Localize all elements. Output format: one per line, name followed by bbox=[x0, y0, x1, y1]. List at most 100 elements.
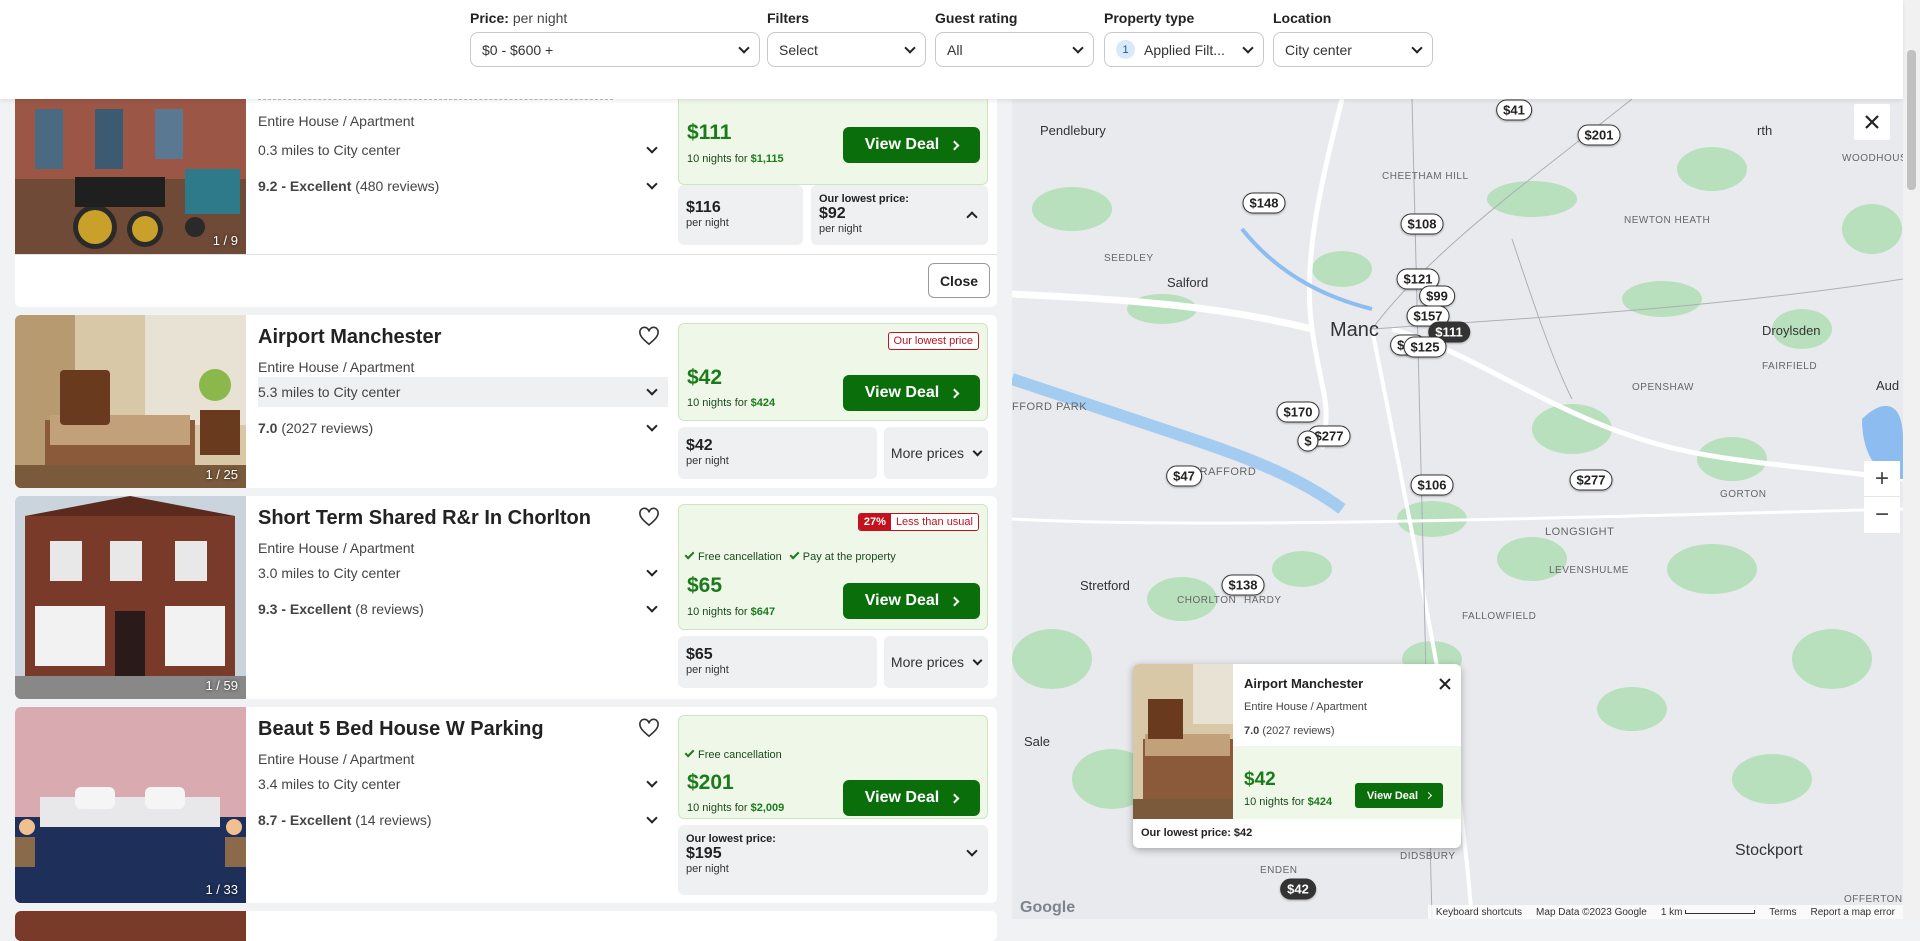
nights-total: 10 nights for $424 bbox=[687, 397, 776, 409]
photo-counter: 1 / 33 bbox=[205, 882, 238, 897]
rating-row[interactable]: 7.0 (2027 reviews) bbox=[258, 413, 668, 443]
listing-photo[interactable]: 1 / 9 bbox=[15, 99, 246, 254]
filters-dropdown[interactable]: Select bbox=[767, 32, 926, 67]
chevron-down-icon bbox=[646, 776, 658, 788]
map-price-pin[interactable]: $125 bbox=[1403, 336, 1447, 358]
chevron-right-icon bbox=[949, 793, 960, 803]
distance-row[interactable]: 3.4 miles to City center bbox=[258, 769, 668, 799]
filters-value: Select bbox=[779, 41, 818, 58]
map-price-pin[interactable]: $106 bbox=[1410, 474, 1454, 496]
price-filter: Price: per night $0 - $600 + bbox=[470, 10, 760, 67]
property-type: Entire House / Apartment bbox=[258, 751, 415, 767]
popup-view-deal-button[interactable]: View Deal bbox=[1355, 783, 1443, 808]
view-deal-button[interactable]: View Deal bbox=[843, 127, 980, 163]
location-dropdown[interactable]: City center bbox=[1273, 32, 1433, 67]
price-filter-label: Price: per night bbox=[470, 10, 568, 26]
listing-card[interactable]: 1 / 25 Airport Manchester Entire House /… bbox=[15, 315, 997, 488]
heart-icon[interactable] bbox=[638, 326, 660, 346]
map-price-pin[interactable]: $108 bbox=[1400, 213, 1444, 235]
results-list: 1 / 9 Entire House / Apartment 0.3 miles… bbox=[0, 99, 1012, 941]
nights-total: 10 nights for $2,009 bbox=[687, 802, 785, 814]
rating-row[interactable]: 9.2 - Excellent (480 reviews) bbox=[258, 171, 668, 201]
map-price-pin[interactable]: $138 bbox=[1221, 574, 1265, 596]
map-hotel-popup[interactable]: Airport Manchester Entire House / Apartm… bbox=[1133, 664, 1461, 848]
rating-row[interactable]: 9.3 - Excellent (8 reviews) bbox=[258, 594, 668, 624]
listing-photo[interactable]: 1 / 25 bbox=[15, 315, 246, 488]
distance-row[interactable]: 3.0 miles to City center bbox=[258, 558, 668, 588]
listing-photo[interactable]: 1 / 59 bbox=[15, 496, 246, 699]
check-icon bbox=[684, 549, 695, 560]
scrollbar-thumb[interactable] bbox=[1907, 50, 1916, 190]
photo-image bbox=[15, 315, 246, 488]
distance-text: 3.0 miles to City center bbox=[258, 565, 401, 581]
alt-price-box[interactable]: $65 per night bbox=[678, 636, 877, 688]
heart-icon[interactable] bbox=[638, 507, 660, 527]
map-price-pin[interactable]: $170 bbox=[1276, 401, 1320, 423]
applied-count-badge: 1 bbox=[1116, 40, 1135, 59]
listing-photo[interactable]: 1 / 33 bbox=[15, 707, 246, 903]
map-label-stockport: Stockport bbox=[1735, 842, 1803, 859]
listing-card[interactable]: 1 / 9 Entire House / Apartment 0.3 miles… bbox=[15, 99, 997, 307]
alt-price: $65 bbox=[686, 646, 713, 663]
alt-price-box[interactable]: $116 per night bbox=[678, 185, 803, 245]
map-price-pin[interactable]: $47 bbox=[1166, 465, 1202, 487]
terms-link[interactable]: Terms bbox=[1769, 907, 1796, 918]
lowest-price-badge: Our lowest price bbox=[887, 332, 979, 350]
map-label-manchester: Manc bbox=[1330, 319, 1379, 341]
price-filter-dropdown[interactable]: $0 - $600 + bbox=[470, 32, 760, 67]
map-price-pin[interactable]: $99 bbox=[1419, 285, 1455, 307]
chevron-down-icon bbox=[1242, 41, 1254, 54]
lowest-price: $92 bbox=[819, 205, 846, 222]
listing-card[interactable]: 1 / 59 Short Term Shared R&r In Chorlton… bbox=[15, 496, 997, 699]
page-scrollbar[interactable] bbox=[1903, 0, 1920, 919]
map-price-pin[interactable]: $201 bbox=[1577, 124, 1621, 146]
map-price-pin[interactable]: $148 bbox=[1242, 192, 1286, 214]
close-map-button[interactable] bbox=[1854, 104, 1890, 140]
listing-card[interactable] bbox=[15, 911, 997, 941]
divider bbox=[15, 254, 997, 255]
keyboard-shortcuts-link[interactable]: Keyboard shortcuts bbox=[1436, 907, 1522, 918]
view-deal-button[interactable]: View Deal bbox=[843, 780, 980, 816]
map-label-gorton: GORTON bbox=[1720, 489, 1767, 500]
close-icon[interactable] bbox=[1439, 678, 1451, 690]
more-prices-button[interactable]: More prices bbox=[884, 427, 988, 479]
map-price-pin[interactable]: $41 bbox=[1496, 99, 1532, 121]
photo-counter: 1 / 9 bbox=[212, 233, 238, 248]
alt-price-box[interactable]: $42 per night bbox=[678, 427, 877, 479]
property-type-dropdown[interactable]: 1 Applied Filt... bbox=[1104, 32, 1264, 67]
zoom-out-button[interactable]: − bbox=[1864, 497, 1900, 533]
rating-row[interactable]: 8.7 - Excellent (14 reviews) bbox=[258, 805, 668, 835]
map[interactable]: Pendlebury Salford Manc Droylsden OPENSH… bbox=[1012, 99, 1903, 919]
popup-hotel-name[interactable]: Airport Manchester bbox=[1244, 676, 1363, 691]
report-map-error-link[interactable]: Report a map error bbox=[1811, 907, 1895, 918]
rating-text: 9.2 - Excellent (480 reviews) bbox=[258, 178, 440, 194]
plus-icon: + bbox=[1874, 464, 1889, 492]
filter-bar: Price: per night $0 - $600 + Filters Sel… bbox=[0, 0, 1903, 99]
zoom-in-button[interactable]: + bbox=[1864, 461, 1900, 497]
view-deal-button[interactable]: View Deal bbox=[843, 583, 980, 619]
popup-photo bbox=[1133, 664, 1233, 819]
hotel-name[interactable]: Short Term Shared R&r In Chorlton bbox=[258, 507, 591, 530]
popup-lowest-price: Our lowest price: $42 bbox=[1141, 827, 1253, 839]
property-type-value: Applied Filt... bbox=[1144, 41, 1225, 58]
heart-icon[interactable] bbox=[638, 718, 660, 738]
hotel-name[interactable]: Airport Manchester bbox=[258, 326, 441, 349]
distance-row[interactable]: 0.3 miles to City center bbox=[258, 135, 668, 165]
listing-card[interactable]: 1 / 33 Beaut 5 Bed House W Parking Entir… bbox=[15, 707, 997, 903]
lowest-price-box[interactable]: Our lowest price: $92 per night bbox=[811, 185, 988, 245]
google-logo[interactable]: Google bbox=[1020, 899, 1075, 917]
guest-rating-dropdown[interactable]: All bbox=[935, 32, 1094, 67]
distance-row[interactable]: 5.3 miles to City center bbox=[258, 377, 668, 407]
map-label-openshaw: OPENSHAW bbox=[1632, 382, 1694, 393]
close-button[interactable]: Close bbox=[928, 263, 990, 298]
chevron-down-icon bbox=[972, 446, 983, 456]
listing-photo[interactable] bbox=[15, 911, 246, 941]
hotel-name[interactable]: Beaut 5 Bed House W Parking bbox=[258, 718, 544, 741]
map-price-pin[interactable]: $277 bbox=[1569, 469, 1613, 491]
view-deal-button[interactable]: View Deal bbox=[843, 375, 980, 411]
chevron-down-icon bbox=[646, 420, 658, 432]
popup-price-box: $42 10 nights for $424 View Deal bbox=[1233, 746, 1461, 819]
map-price-pin[interactable]: $42 bbox=[1280, 878, 1316, 900]
more-prices-button[interactable]: More prices bbox=[884, 636, 988, 688]
lowest-price-box[interactable]: Our lowest price: $195 per night bbox=[678, 825, 988, 895]
